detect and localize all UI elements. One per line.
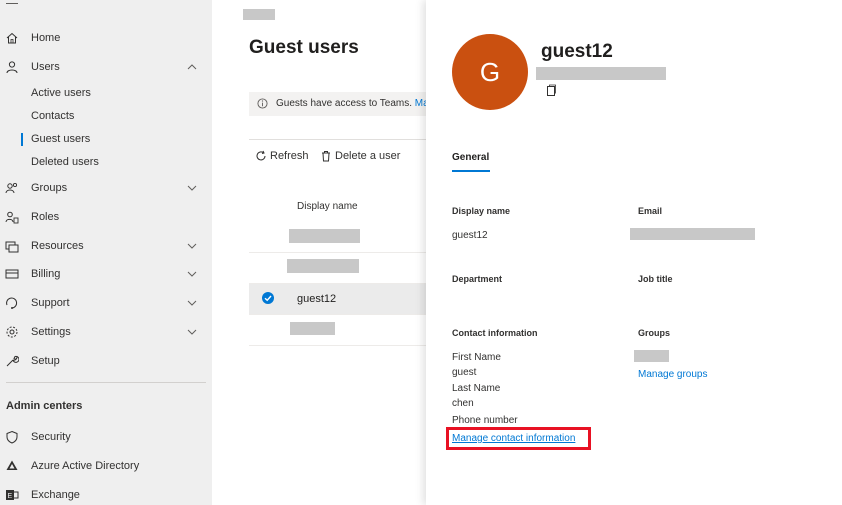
delete-user-label: Delete a user [335, 150, 401, 162]
contact-information-label: Contact information [452, 328, 538, 338]
redacted-username [536, 67, 666, 80]
refresh-icon [256, 150, 266, 161]
delete-user-button[interactable]: Delete a user [320, 150, 400, 162]
column-header-display-name[interactable]: Display name [297, 201, 358, 212]
nav-item-azure-ad[interactable]: Azure Active Directory [0, 456, 212, 476]
copy-icon[interactable] [546, 84, 557, 96]
chevron-down-icon[interactable] [187, 298, 197, 308]
table-row-selected[interactable] [249, 284, 429, 314]
nav-label-exchange: Exchange [31, 489, 80, 501]
nav-label-home: Home [31, 32, 61, 44]
hamburger-menu-icon[interactable] [6, 3, 18, 4]
redacted-group [634, 350, 669, 362]
last-name-value: chen [452, 398, 474, 409]
selected-row-name: guest12 [297, 293, 337, 305]
checkmark-circle-icon[interactable] [262, 292, 274, 304]
refresh-label: Refresh [270, 150, 309, 162]
nav-item-setup[interactable]: Setup [0, 351, 212, 371]
nav-item-home[interactable]: Home [0, 28, 212, 48]
chevron-up-icon[interactable] [187, 62, 197, 72]
support-icon [6, 297, 18, 309]
last-name-label: Last Name [452, 383, 501, 394]
display-name-label: Display name [452, 206, 511, 216]
nav-item-resources[interactable]: Resources [0, 236, 212, 256]
gear-icon [6, 326, 18, 338]
first-name-value: guest [452, 367, 477, 378]
resources-icon [5, 241, 19, 253]
display-name-value: guest12 [452, 230, 488, 241]
tab-general[interactable]: General [452, 152, 489, 163]
breadcrumb-redacted [243, 9, 275, 20]
email-label: Email [638, 206, 663, 216]
redacted-name [289, 229, 360, 243]
nav-item-exchange[interactable]: E Exchange [0, 485, 212, 505]
nav-label-settings: Settings [31, 326, 71, 338]
main-divider [249, 139, 429, 140]
chevron-down-icon[interactable] [187, 269, 197, 279]
left-navigation: Home Users Active users Contacts Guest u… [0, 0, 212, 505]
redacted-name [290, 322, 335, 335]
azure-ad-icon [6, 460, 18, 470]
groups-icon [5, 182, 18, 194]
billing-icon [5, 269, 19, 279]
manage-groups-link[interactable]: Manage groups [638, 369, 708, 380]
row-divider [249, 345, 429, 346]
first-name-label: First Name [452, 352, 501, 363]
table-row[interactable] [249, 315, 429, 345]
active-indicator [21, 133, 23, 146]
nav-divider [6, 382, 206, 383]
chevron-down-icon[interactable] [187, 241, 197, 251]
roles-icon [5, 211, 19, 224]
wrench-icon [6, 355, 19, 367]
user-icon [6, 61, 18, 74]
nav-label-users: Users [31, 61, 60, 73]
redacted-name [287, 259, 359, 273]
groups-label: Groups [638, 328, 671, 338]
nav-item-billing[interactable]: Billing [0, 264, 212, 284]
panel-user-name: guest12 [541, 41, 613, 62]
nav-item-users[interactable]: Users [0, 57, 212, 77]
nav-item-groups[interactable]: Groups [0, 178, 212, 198]
job-title-label: Job title [638, 274, 673, 284]
avatar: G [452, 34, 528, 110]
nav-label-setup: Setup [31, 355, 60, 367]
nav-label-azure-ad: Azure Active Directory [31, 460, 140, 472]
nav-label-billing: Billing [31, 268, 61, 280]
nav-item-security[interactable]: Security [0, 427, 212, 447]
sub-item-guest-users[interactable]: Guest users [31, 133, 90, 145]
nav-label-security: Security [31, 431, 71, 443]
page-title: Guest users [249, 37, 359, 58]
info-banner: Guests have access to Teams. Manag [249, 92, 429, 116]
sub-item-contacts[interactable]: Contacts [31, 110, 74, 122]
nav-item-roles[interactable]: Roles [0, 207, 212, 227]
nav-label-resources: Resources [31, 240, 84, 252]
nav-item-support[interactable]: Support [0, 293, 212, 313]
svg-text:E: E [8, 493, 13, 500]
shield-icon [6, 430, 18, 444]
banner-text: Guests have access to Teams. [276, 98, 412, 109]
nav-label-groups: Groups [31, 182, 68, 194]
trash-icon [322, 151, 330, 162]
chevron-down-icon[interactable] [187, 183, 197, 193]
phone-number-label: Phone number [452, 415, 518, 426]
department-label: Department [452, 274, 503, 284]
info-icon [257, 98, 268, 109]
nav-item-settings[interactable]: Settings [0, 322, 212, 342]
sub-item-active-users[interactable]: Active users [31, 87, 91, 99]
nav-label-roles: Roles [31, 211, 60, 223]
sub-item-deleted-users[interactable]: Deleted users [31, 156, 99, 168]
redacted-email [630, 228, 755, 240]
chevron-down-icon[interactable] [187, 327, 197, 337]
home-icon [6, 32, 18, 44]
highlight-box [446, 427, 591, 450]
refresh-button[interactable]: Refresh [255, 150, 309, 162]
user-details-panel: G guest12 General Display name guest12 E… [426, 0, 842, 505]
tab-underline [452, 170, 490, 172]
exchange-icon: E [6, 490, 19, 500]
admin-centers-heading: Admin centers [6, 400, 83, 412]
nav-label-support: Support [31, 297, 70, 309]
